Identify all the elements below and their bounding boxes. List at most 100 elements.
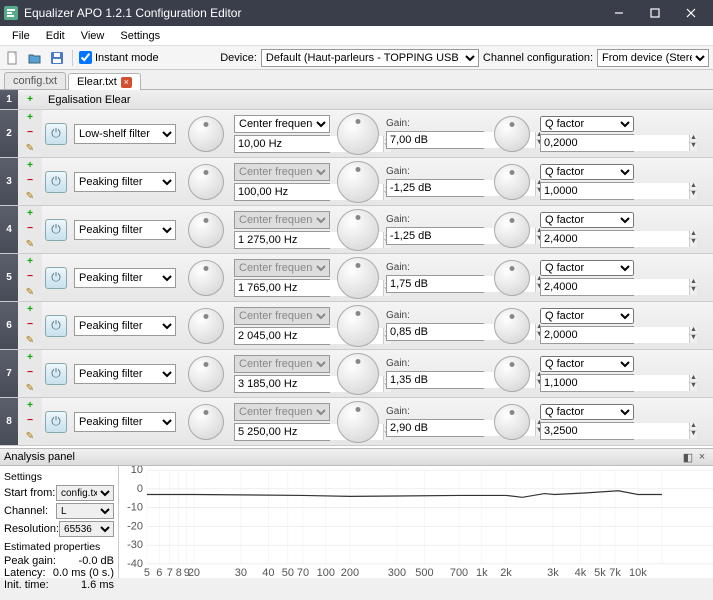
power-button[interactable]: ⏻ <box>45 363 67 385</box>
minimize-button[interactable] <box>601 0 637 26</box>
q-knob[interactable] <box>494 308 530 344</box>
edit-row-button[interactable]: ✎ <box>26 288 34 298</box>
freq-knob[interactable] <box>188 212 224 248</box>
q-knob[interactable] <box>494 116 530 152</box>
freq-knob[interactable] <box>188 308 224 344</box>
q-knob[interactable] <box>494 212 530 248</box>
freq-input[interactable]: ▲▼ <box>234 231 330 249</box>
gain-knob[interactable] <box>337 305 379 347</box>
gain-knob[interactable] <box>337 161 379 203</box>
q-input[interactable]: ▲▼ <box>540 374 634 392</box>
remove-row-button[interactable]: − <box>27 128 33 138</box>
freq-mode-select[interactable]: Center frequency <box>234 307 330 325</box>
new-file-button[interactable] <box>4 49 22 67</box>
power-button[interactable]: ⏻ <box>45 123 67 145</box>
add-row-button[interactable]: + <box>27 161 33 171</box>
gain-input[interactable]: ▲▼ <box>386 371 484 389</box>
close-tab-icon[interactable]: × <box>121 77 132 88</box>
start-from-select[interactable]: config.txt <box>56 485 114 501</box>
freq-knob[interactable] <box>188 116 224 152</box>
gain-input[interactable]: ▲▼ <box>386 275 484 293</box>
close-button[interactable] <box>673 0 709 26</box>
add-row-button[interactable]: + <box>27 209 33 219</box>
edit-row-button[interactable]: ✎ <box>26 432 34 442</box>
menu-file[interactable]: File <box>4 28 38 44</box>
gain-knob[interactable] <box>337 353 379 395</box>
remove-row-button[interactable]: − <box>27 224 33 234</box>
freq-mode-select[interactable]: Center frequency <box>234 259 330 277</box>
menu-edit[interactable]: Edit <box>38 28 73 44</box>
remove-row-button[interactable]: − <box>27 320 33 330</box>
freq-mode-select[interactable]: Center frequency <box>234 355 330 373</box>
add-row-button[interactable]: + <box>27 95 33 105</box>
power-button[interactable]: ⏻ <box>45 315 67 337</box>
filter-type-select[interactable]: Peaking filter <box>74 364 176 384</box>
resolution-select[interactable]: 65536 <box>59 521 114 537</box>
q-knob[interactable] <box>494 164 530 200</box>
add-row-button[interactable]: + <box>27 401 33 411</box>
channel-select[interactable]: L <box>56 503 114 519</box>
q-input[interactable]: ▲▼ <box>540 278 634 296</box>
q-mode-select[interactable]: Q factor <box>540 116 634 132</box>
freq-input[interactable]: ▲▼ <box>234 375 330 393</box>
spin-down[interactable]: ▼ <box>690 335 697 343</box>
spin-down[interactable]: ▼ <box>690 431 697 439</box>
add-row-button[interactable]: + <box>27 113 33 123</box>
open-file-button[interactable] <box>26 49 44 67</box>
filter-type-select[interactable]: Low-shelf filter <box>74 124 176 144</box>
device-select[interactable]: Default (Haut-parleurs - TOPPING USB DAC… <box>261 49 479 67</box>
q-knob[interactable] <box>494 260 530 296</box>
q-input[interactable]: ▲▼ <box>540 326 634 344</box>
power-button[interactable]: ⏻ <box>45 171 67 193</box>
q-mode-select[interactable]: Q factor <box>540 308 634 324</box>
power-button[interactable]: ⏻ <box>45 267 67 289</box>
spin-down[interactable]: ▼ <box>690 287 697 295</box>
edit-row-button[interactable]: ✎ <box>26 384 34 394</box>
add-row-button[interactable]: + <box>27 305 33 315</box>
gain-input[interactable]: ▲▼ <box>386 131 484 149</box>
spin-down[interactable]: ▼ <box>690 143 697 151</box>
gain-input[interactable]: ▲▼ <box>386 419 484 437</box>
spin-down[interactable]: ▼ <box>690 383 697 391</box>
freq-knob[interactable] <box>188 164 224 200</box>
channel-config-select[interactable]: From device (Stereo) <box>597 49 709 67</box>
spin-down[interactable]: ▼ <box>690 191 697 199</box>
undock-icon[interactable]: ◧ <box>681 451 695 464</box>
q-input[interactable]: ▲▼ <box>540 182 634 200</box>
edit-row-button[interactable]: ✎ <box>26 336 34 346</box>
filter-type-select[interactable]: Peaking filter <box>74 316 176 336</box>
remove-row-button[interactable]: − <box>27 416 33 426</box>
freq-mode-select[interactable]: Center frequency <box>234 115 330 133</box>
q-mode-select[interactable]: Q factor <box>540 260 634 276</box>
q-mode-select[interactable]: Q factor <box>540 212 634 228</box>
freq-input[interactable]: ▲▼ <box>234 423 330 441</box>
menu-view[interactable]: View <box>73 28 113 44</box>
q-mode-select[interactable]: Q factor <box>540 164 634 180</box>
q-mode-select[interactable]: Q factor <box>540 356 634 372</box>
gain-input[interactable]: ▲▼ <box>386 323 484 341</box>
edit-row-button[interactable]: ✎ <box>26 240 34 250</box>
tab-elear[interactable]: Elear.txt× <box>68 73 141 90</box>
freq-mode-select[interactable]: Center frequency <box>234 403 330 421</box>
q-mode-select[interactable]: Q factor <box>540 404 634 420</box>
add-row-button[interactable]: + <box>27 257 33 267</box>
close-panel-icon[interactable]: × <box>695 451 709 463</box>
freq-knob[interactable] <box>188 356 224 392</box>
menu-settings[interactable]: Settings <box>112 28 168 44</box>
freq-input[interactable]: ▲▼ <box>234 279 330 297</box>
freq-input[interactable]: ▲▼ <box>234 183 330 201</box>
maximize-button[interactable] <box>637 0 673 26</box>
freq-mode-select[interactable]: Center frequency <box>234 211 330 229</box>
edit-row-button[interactable]: ✎ <box>26 192 34 202</box>
freq-knob[interactable] <box>188 260 224 296</box>
freq-mode-select[interactable]: Center frequency <box>234 163 330 181</box>
spin-down[interactable]: ▼ <box>690 239 697 247</box>
power-button[interactable]: ⏻ <box>45 411 67 433</box>
gain-knob[interactable] <box>337 209 379 251</box>
gain-knob[interactable] <box>337 401 379 443</box>
gain-knob[interactable] <box>337 257 379 299</box>
filter-type-select[interactable]: Peaking filter <box>74 220 176 240</box>
filter-type-select[interactable]: Peaking filter <box>74 412 176 432</box>
freq-knob[interactable] <box>188 404 224 440</box>
save-file-button[interactable] <box>48 49 66 67</box>
